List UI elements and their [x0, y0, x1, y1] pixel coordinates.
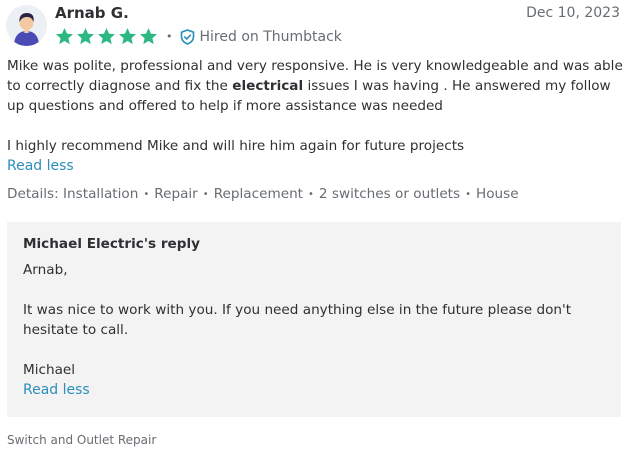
- separator-dot: •: [202, 189, 209, 200]
- reply-greeting: Arnab,: [23, 262, 68, 278]
- details-item: 2 switches or outlets: [318, 186, 461, 202]
- details-item: Repair: [154, 186, 198, 202]
- shield-check-icon: [180, 28, 195, 45]
- details-item: Replacement: [213, 186, 304, 202]
- reply-title: Michael Electric's reply: [23, 236, 201, 252]
- business-reply: Michael Electric's reply Arnab, It was n…: [7, 222, 621, 417]
- reply-message: It was nice to work with you. If you nee…: [23, 302, 572, 338]
- reply-signature: Michael: [23, 362, 76, 378]
- star-icon: [118, 27, 137, 46]
- star-icon: [139, 27, 158, 46]
- review-paragraph-1: Mike was polite, professional and very r…: [7, 58, 623, 114]
- highlighted-keyword: electrical: [232, 78, 304, 94]
- review-text: Mike was polite, professional and very r…: [7, 56, 623, 156]
- star-icon: [76, 27, 95, 46]
- review-card: Arnab G. Dec 10, 2023 • Hired on Thumbta…: [0, 0, 628, 454]
- star-rating: [55, 27, 158, 46]
- details-item: House: [476, 186, 519, 202]
- review-date: Dec 10, 2023: [526, 5, 620, 21]
- reply-read-less-link[interactable]: Read less: [23, 380, 90, 400]
- review-read-less-link[interactable]: Read less: [7, 156, 74, 176]
- avatar: [6, 5, 47, 46]
- details-label: Details:: [7, 186, 59, 202]
- separator-dot: •: [308, 189, 314, 200]
- review-details: Details: Installation • Repair • Replacement…: [7, 184, 519, 206]
- hired-badge-label: Hired on Thumbtack: [199, 28, 342, 45]
- separator-dot: •: [465, 189, 472, 200]
- separator-dot: •: [143, 189, 150, 200]
- star-icon: [97, 27, 116, 46]
- details-item: Installation: [63, 186, 139, 202]
- reviewer-name: Arnab G.: [55, 4, 129, 22]
- service-name: Switch and Outlet Repair: [7, 433, 157, 447]
- star-icon: [55, 27, 74, 46]
- reply-text: Arnab, It was nice to work with you. If …: [23, 260, 603, 380]
- person-avatar-icon: [6, 5, 47, 46]
- rating-row: • Hired on Thumbtack: [55, 27, 342, 46]
- review-paragraph-2: I highly recommend Mike and will hire hi…: [7, 138, 465, 154]
- separator-dot: •: [166, 30, 173, 43]
